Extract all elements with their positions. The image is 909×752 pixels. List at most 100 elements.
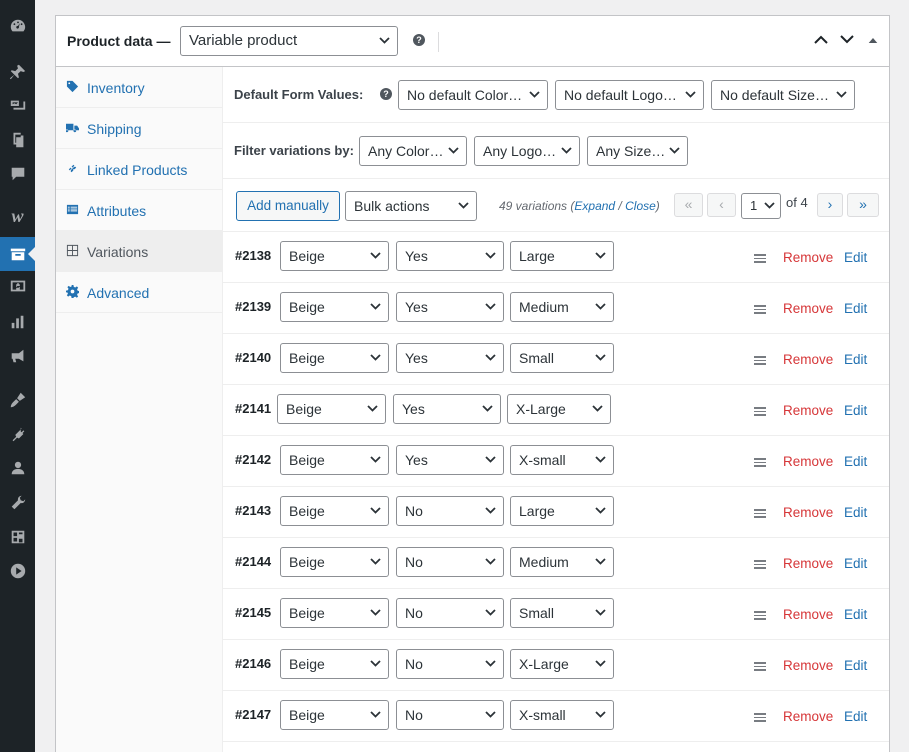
dashboard-icon[interactable] xyxy=(0,9,35,43)
payments-icon[interactable] xyxy=(0,269,35,303)
variation-size-select[interactable]: Medium xyxy=(510,292,614,322)
variation-color-select[interactable]: Beige xyxy=(280,700,389,730)
tab-attributes[interactable]: Attributes xyxy=(56,190,222,231)
remove-link[interactable]: Remove xyxy=(783,607,833,622)
remove-link[interactable]: Remove xyxy=(783,301,833,316)
variation-row[interactable]: #2140 Beige Yes Small Remove Edit xyxy=(223,334,889,385)
collapse-icon[interactable] xyxy=(0,554,35,588)
variation-logo-select[interactable]: No xyxy=(396,700,504,730)
media-icon[interactable] xyxy=(0,89,35,123)
variation-row[interactable]: #2141 Beige Yes X-Large Remove Edit xyxy=(223,385,889,436)
products-icon[interactable] xyxy=(0,237,36,271)
variation-logo-select[interactable]: Yes xyxy=(393,394,501,424)
variation-row[interactable]: #2147 Beige No X-small Remove Edit xyxy=(223,691,889,742)
edit-link[interactable]: Edit xyxy=(844,403,867,418)
remove-link[interactable]: Remove xyxy=(783,505,833,520)
expand-link[interactable]: Expand xyxy=(574,199,615,213)
variation-size-select[interactable]: X-Large xyxy=(510,649,614,679)
variation-size-select[interactable]: Small xyxy=(510,343,614,373)
remove-link[interactable]: Remove xyxy=(783,352,833,367)
variation-color-select[interactable]: Beige xyxy=(280,649,389,679)
variation-row[interactable]: #2139 Beige Yes Medium Remove Edit xyxy=(223,283,889,334)
drag-handle-icon[interactable] xyxy=(754,560,766,569)
variation-color-select[interactable]: Beige xyxy=(280,445,389,475)
drag-handle-icon[interactable] xyxy=(754,713,766,722)
tab-shipping[interactable]: Shipping xyxy=(56,108,222,149)
variation-color-select[interactable]: Beige xyxy=(280,598,389,628)
edit-link[interactable]: Edit xyxy=(844,709,867,724)
pin-icon[interactable] xyxy=(0,55,35,89)
move-up-button[interactable] xyxy=(814,30,834,50)
add-manually-button[interactable]: Add manually xyxy=(236,191,340,221)
default-size-select[interactable]: No default Size… xyxy=(711,80,855,110)
variation-color-select[interactable]: Beige xyxy=(277,394,386,424)
tab-variations[interactable]: Variations xyxy=(56,231,222,272)
filter-size-select[interactable]: Any Size… xyxy=(587,136,688,166)
tab-inventory[interactable]: Inventory xyxy=(56,67,222,108)
users-icon[interactable] xyxy=(0,451,35,485)
drag-handle-icon[interactable] xyxy=(754,662,766,671)
plugins-icon[interactable] xyxy=(0,417,35,451)
edit-link[interactable]: Edit xyxy=(844,250,867,265)
variation-row[interactable]: #2146 Beige No X-Large Remove Edit xyxy=(223,640,889,691)
edit-link[interactable]: Edit xyxy=(844,556,867,571)
drag-handle-icon[interactable] xyxy=(754,254,766,263)
edit-link[interactable]: Edit xyxy=(844,505,867,520)
variation-logo-select[interactable]: No xyxy=(396,649,504,679)
variation-color-select[interactable]: Beige xyxy=(280,241,389,271)
variation-logo-select[interactable]: Yes xyxy=(396,292,504,322)
comments-icon[interactable] xyxy=(0,157,35,191)
variation-color-select[interactable]: Beige xyxy=(280,343,389,373)
edit-link[interactable]: Edit xyxy=(844,607,867,622)
drag-handle-icon[interactable] xyxy=(754,407,766,416)
marketing-icon[interactable] xyxy=(0,339,35,373)
page-select[interactable]: 1 xyxy=(741,193,781,219)
product-type-select[interactable]: Variable product xyxy=(180,26,398,56)
tools-icon[interactable] xyxy=(0,486,35,520)
variation-size-select[interactable]: X-small xyxy=(510,700,614,730)
edit-link[interactable]: Edit xyxy=(844,301,867,316)
last-page-button[interactable]: » xyxy=(847,193,879,217)
variation-size-select[interactable]: Small xyxy=(510,598,614,628)
prev-page-button[interactable]: ‹ xyxy=(707,193,736,217)
variation-logo-select[interactable]: Yes xyxy=(396,445,504,475)
woocommerce-icon[interactable]: w xyxy=(0,199,35,233)
next-page-button[interactable]: › xyxy=(817,193,843,217)
remove-link[interactable]: Remove xyxy=(783,403,833,418)
appearance-icon[interactable] xyxy=(0,383,35,417)
first-page-button[interactable]: « xyxy=(674,193,703,217)
variation-size-select[interactable]: Large xyxy=(510,241,614,271)
remove-link[interactable]: Remove xyxy=(783,658,833,673)
variation-size-select[interactable]: X-small xyxy=(510,445,614,475)
variation-logo-select[interactable]: Yes xyxy=(396,343,504,373)
edit-link[interactable]: Edit xyxy=(844,352,867,367)
variation-color-select[interactable]: Beige xyxy=(280,547,389,577)
variation-color-select[interactable]: Beige xyxy=(280,292,389,322)
filter-color-select[interactable]: Any Color… xyxy=(359,136,467,166)
variation-row[interactable]: #2138 Beige Yes Large Remove Edit xyxy=(223,232,889,283)
variation-size-select[interactable]: Large xyxy=(510,496,614,526)
move-down-button[interactable] xyxy=(840,30,860,50)
default-logo-select[interactable]: No default Logo… xyxy=(555,80,704,110)
variation-logo-select[interactable]: No xyxy=(396,496,504,526)
close-link[interactable]: Close xyxy=(625,199,656,213)
toggle-panel-button[interactable] xyxy=(868,30,888,50)
remove-link[interactable]: Remove xyxy=(783,250,833,265)
drag-handle-icon[interactable] xyxy=(754,509,766,518)
variation-row[interactable]: #2143 Beige No Large Remove Edit xyxy=(223,487,889,538)
variation-logo-select[interactable]: Yes xyxy=(396,241,504,271)
remove-link[interactable]: Remove xyxy=(783,709,833,724)
variation-logo-select[interactable]: No xyxy=(396,547,504,577)
remove-link[interactable]: Remove xyxy=(783,556,833,571)
analytics-icon[interactable] xyxy=(0,305,35,339)
tab-linked-products[interactable]: Linked Products xyxy=(56,149,222,190)
settings-icon[interactable] xyxy=(0,520,35,554)
tab-advanced[interactable]: Advanced xyxy=(56,272,222,313)
help-icon[interactable]: ? xyxy=(380,88,392,100)
variation-color-select[interactable]: Beige xyxy=(280,496,389,526)
drag-handle-icon[interactable] xyxy=(754,611,766,620)
help-icon[interactable]: ? xyxy=(413,34,425,46)
drag-handle-icon[interactable] xyxy=(754,356,766,365)
variation-row[interactable]: #2144 Beige No Medium Remove Edit xyxy=(223,538,889,589)
variation-size-select[interactable]: Medium xyxy=(510,547,614,577)
